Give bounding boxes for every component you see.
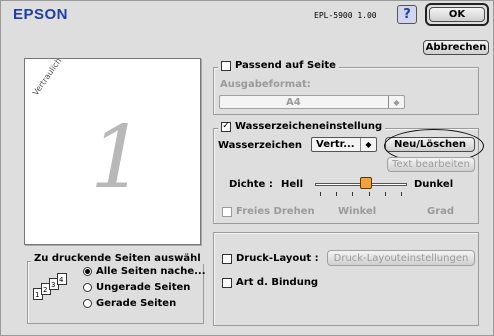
all-pages-radio[interactable] — [83, 267, 92, 276]
binding-option[interactable]: Art d. Bindung — [222, 277, 318, 288]
odd-pages-radio[interactable] — [83, 283, 92, 292]
slider-tick — [320, 192, 321, 196]
even-pages-option[interactable]: Gerade Seiten — [83, 298, 176, 309]
even-pages-label: Gerade Seiten — [96, 298, 177, 309]
slider-tick — [369, 192, 370, 196]
density-label: Dichte : — [229, 179, 273, 190]
slider-tick — [385, 192, 386, 196]
degree-label: Grad — [427, 206, 455, 217]
print-layout-label: Druck-Layout : — [236, 253, 319, 264]
slider-tick — [336, 192, 337, 196]
printer-model-label: EPL-5900 1.00 — [314, 11, 377, 20]
help-icon: ? — [403, 7, 411, 22]
slider-tick — [352, 192, 353, 196]
ok-button[interactable]: OK — [429, 7, 485, 22]
free-rotate-option[interactable]: Freies Drehen — [222, 206, 315, 217]
watermark-select[interactable]: Vertr... ◆ — [311, 137, 377, 152]
watermark-settings-label: Wasserzeicheneinstellung — [235, 121, 383, 132]
density-light-label: Hell — [281, 179, 304, 190]
all-pages-label: Alle Seiten nache... — [96, 266, 206, 277]
binding-label: Art d. Bindung — [236, 277, 319, 288]
cancel-button[interactable]: Abbrechen — [423, 40, 489, 55]
edit-text-button[interactable]: Text bearbeiten — [387, 157, 475, 172]
page-icon: 4 — [57, 273, 67, 285]
odd-pages-option[interactable]: Ungerade Seiten — [83, 282, 190, 293]
print-layout-settings-button[interactable]: Druck-Layouteinstellungen — [327, 250, 475, 266]
print-layout-option[interactable]: Druck-Layout : — [222, 253, 319, 264]
chevron-updown-icon: ◆ — [360, 138, 376, 151]
fit-page-legend: Passend auf Seite — [218, 60, 339, 71]
help-button[interactable]: ? — [397, 5, 417, 24]
binding-checkbox[interactable] — [222, 277, 232, 288]
pages-to-print-title: Zu druckende Seiten auswähl — [31, 253, 204, 264]
output-format-value: A4 — [286, 96, 301, 108]
density-dark-label: Dunkel — [414, 179, 454, 190]
watermark-select-value: Vertr... — [316, 139, 355, 150]
watermark-label: Wasserzeichen — [218, 140, 303, 151]
watermark-checkbox[interactable]: ✓ — [221, 121, 231, 132]
chevron-updown-icon: ◆ — [388, 96, 404, 108]
angle-label: Winkel — [338, 206, 377, 217]
print-layout-checkbox[interactable] — [222, 253, 232, 264]
free-rotate-checkbox[interactable] — [222, 206, 232, 217]
preview-page-number: 1 — [90, 108, 145, 208]
even-pages-radio[interactable] — [83, 299, 92, 308]
fit-page-checkbox[interactable] — [221, 60, 231, 71]
output-format-label: Ausgabeformat: — [220, 79, 311, 90]
density-slider-thumb[interactable] — [359, 177, 372, 189]
output-format-select[interactable]: A4 ◆ — [219, 95, 405, 109]
watermark-legend: ✓ Wasserzeicheneinstellung — [218, 121, 386, 132]
fit-page-label: Passend auf Seite — [235, 60, 336, 71]
epson-logo: EPSON — [13, 6, 69, 23]
free-rotate-label: Freies Drehen — [236, 206, 315, 217]
all-pages-option[interactable]: Alle Seiten nache... — [83, 266, 206, 277]
odd-pages-label: Ungerade Seiten — [96, 282, 191, 293]
pages-stack-icon: 1 2 3 4 — [33, 270, 77, 304]
slider-tick — [401, 192, 402, 196]
